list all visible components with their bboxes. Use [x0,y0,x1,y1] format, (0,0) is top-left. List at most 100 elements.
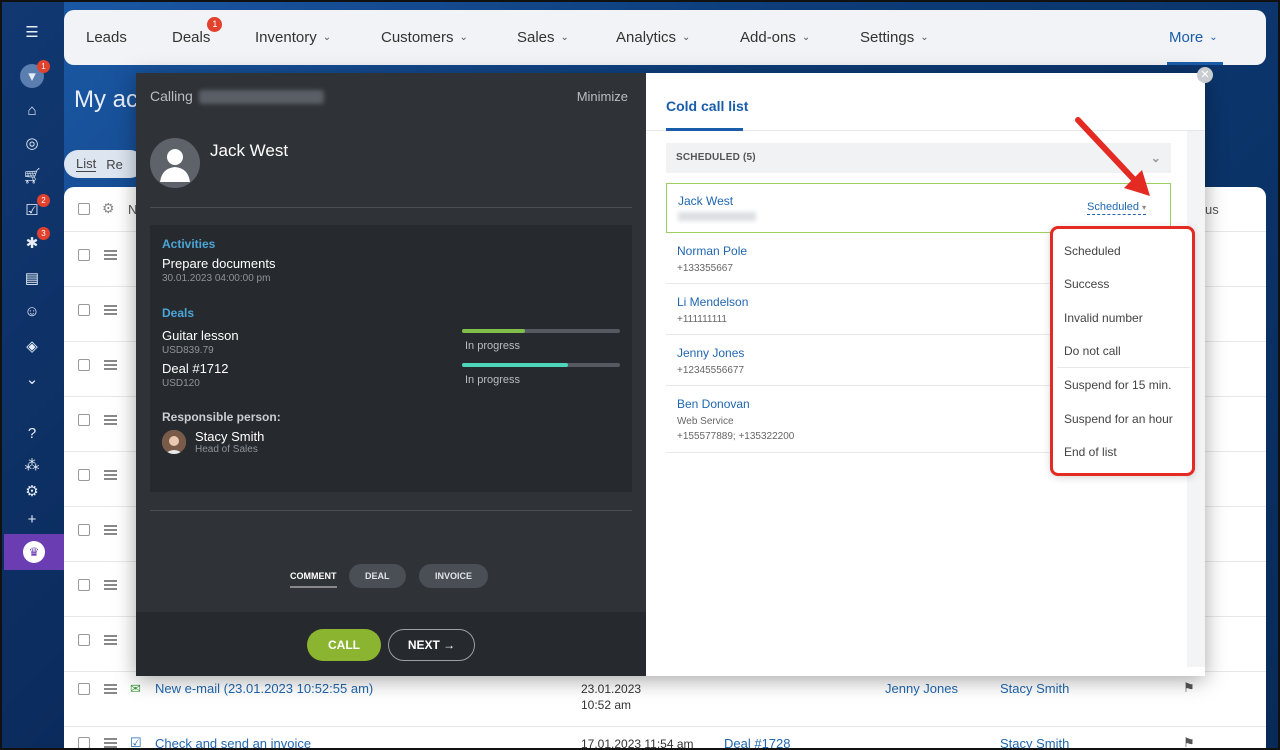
row-checkbox[interactable] [78,737,90,749]
menu-item-scheduled[interactable]: Scheduled [1064,244,1121,258]
nav-leads[interactable]: Leads [86,29,127,46]
call-button[interactable]: CALL [307,629,381,661]
view-tabs: List Re [64,150,144,178]
contact-phone: +111111111 [677,314,727,325]
activity-responsible[interactable]: Stacy Smith [1000,736,1069,750]
row-checkbox[interactable] [78,359,90,371]
gear-icon[interactable]: ⚙ [102,200,115,217]
drag-handle-icon[interactable] [104,250,117,260]
plus-icon[interactable]: + [20,507,44,531]
deal-name[interactable]: Guitar lesson [162,328,239,343]
activity-text[interactable]: Prepare documents [162,256,275,271]
sites-icon[interactable]: ✱ 3 [20,227,50,255]
menu-item-do-not-call[interactable]: Do not call [1064,344,1121,358]
activity-date: 30.01.2023 04:00:00 pm [162,273,271,284]
nav-customers[interactable]: Customers ⌄ [381,29,468,46]
drag-handle-icon[interactable] [104,360,117,370]
activity-title[interactable]: Check and send an invoice [155,736,311,750]
row-checkbox[interactable] [78,634,90,646]
header-status: us [1205,202,1219,217]
tab-cold-call-list[interactable]: Cold call list [666,98,748,114]
menu-icon[interactable]: ☰ [20,20,44,44]
nav-label: Deals [172,29,211,46]
nav-label: Sales [517,29,555,46]
contact-name[interactable]: Jenny Jones [677,346,744,360]
box-icon[interactable]: ◈ [20,334,44,358]
avatar [162,430,186,454]
redacted-phone [198,90,324,105]
nav-analytics[interactable]: Analytics ⌄ [616,29,690,46]
menu-divider [1057,367,1190,368]
tab-invoice[interactable]: INVOICE [419,564,489,588]
next-button[interactable]: NEXT → [388,629,475,661]
activity-responsible[interactable]: Stacy Smith [1000,681,1069,696]
nav-label: Leads [86,29,127,46]
select-all-checkbox[interactable] [78,203,90,215]
sitemap-icon[interactable]: ⁂ [20,453,44,477]
nav-deals[interactable]: Deals 1 [172,17,223,46]
activity-deal[interactable]: Deal #1728 [724,736,791,750]
robot-icon[interactable]: ☺ [20,299,44,323]
chevron-down-icon[interactable]: ⌄ [20,367,44,391]
deals-badge: 1 [207,17,223,32]
tasks-icon[interactable]: ☑ 2 [20,194,50,222]
contact-name[interactable]: Norman Pole [677,244,747,258]
responsible-name[interactable]: Stacy Smith [195,429,264,444]
drag-handle-icon[interactable] [104,305,117,315]
nav-more[interactable]: More ⌄ [1169,29,1218,46]
minimize-button[interactable]: Minimize [577,89,628,104]
flag-icon: ⚑ [1183,735,1195,750]
drag-handle-icon[interactable] [104,684,117,694]
contact-name[interactable]: Ben Donovan [677,397,750,411]
chevron-down-icon: ⌄ [322,32,332,43]
row-checkbox[interactable] [78,579,90,591]
drag-handle-icon[interactable] [104,470,117,480]
help-icon[interactable]: ? [20,421,44,445]
bank-icon[interactable]: ⌂ [20,98,44,122]
drag-handle-icon[interactable] [104,738,117,748]
contact-name[interactable]: Jack West [210,141,288,161]
menu-item-suspend-15[interactable]: Suspend for 15 min. [1064,378,1171,392]
filter-icon[interactable]: ▾ 1 [20,60,50,88]
contact-card-icon[interactable]: ▤ [20,266,44,290]
nav-addons[interactable]: Add-ons ⌄ [740,29,810,46]
tab-re[interactable]: Re [106,157,123,172]
table-row[interactable]: ✉ New e-mail (23.01.2023 10:52:55 am) 23… [64,672,1266,727]
row-checkbox[interactable] [78,249,90,261]
menu-item-success[interactable]: Success [1064,277,1109,291]
tab-list[interactable]: List [76,156,97,172]
drag-handle-icon[interactable] [104,525,117,535]
crown-icon[interactable]: ♛ [4,534,64,570]
close-icon[interactable]: ✕ [1197,67,1213,83]
menu-item-end-of-list[interactable]: End of list [1064,445,1117,459]
contact-name[interactable]: Jack West [678,194,733,208]
drag-handle-icon[interactable] [104,635,117,645]
row-checkbox[interactable] [78,304,90,316]
tab-deal[interactable]: DEAL [349,564,406,588]
deal-status: In progress [465,374,521,386]
tab-comment[interactable]: COMMENT [290,564,337,588]
row-checkbox[interactable] [78,683,90,695]
row-checkbox[interactable] [78,414,90,426]
call-footer: CALL NEXT → [136,612,646,676]
target-icon[interactable]: ◎ [20,131,44,155]
activity-contact[interactable]: Jenny Jones [885,681,958,696]
drag-handle-icon[interactable] [104,580,117,590]
gear-icon[interactable]: ⚙ [20,479,44,503]
drag-handle-icon[interactable] [104,415,117,425]
deal-amount: USD120 [162,378,200,389]
row-checkbox[interactable] [78,524,90,536]
contact-phone: +12345556677 [677,365,745,376]
nav-inventory[interactable]: Inventory ⌄ [255,29,331,46]
table-row[interactable]: ☑ Check and send an invoice 17.01.2023 1… [64,727,1266,750]
contact-name[interactable]: Li Mendelson [677,295,748,309]
menu-item-suspend-hour[interactable]: Suspend for an hour [1064,412,1173,426]
menu-item-invalid-number[interactable]: Invalid number [1064,311,1143,325]
deal-name[interactable]: Deal #1712 [162,361,229,376]
nav-settings[interactable]: Settings ⌄ [860,29,929,46]
nav-label: Analytics [616,29,677,46]
cart-icon[interactable]: 🛒︎ [20,164,44,188]
row-checkbox[interactable] [78,469,90,481]
nav-sales[interactable]: Sales ⌄ [517,29,569,46]
activity-title[interactable]: New e-mail (23.01.2023 10:52:55 am) [155,681,373,696]
